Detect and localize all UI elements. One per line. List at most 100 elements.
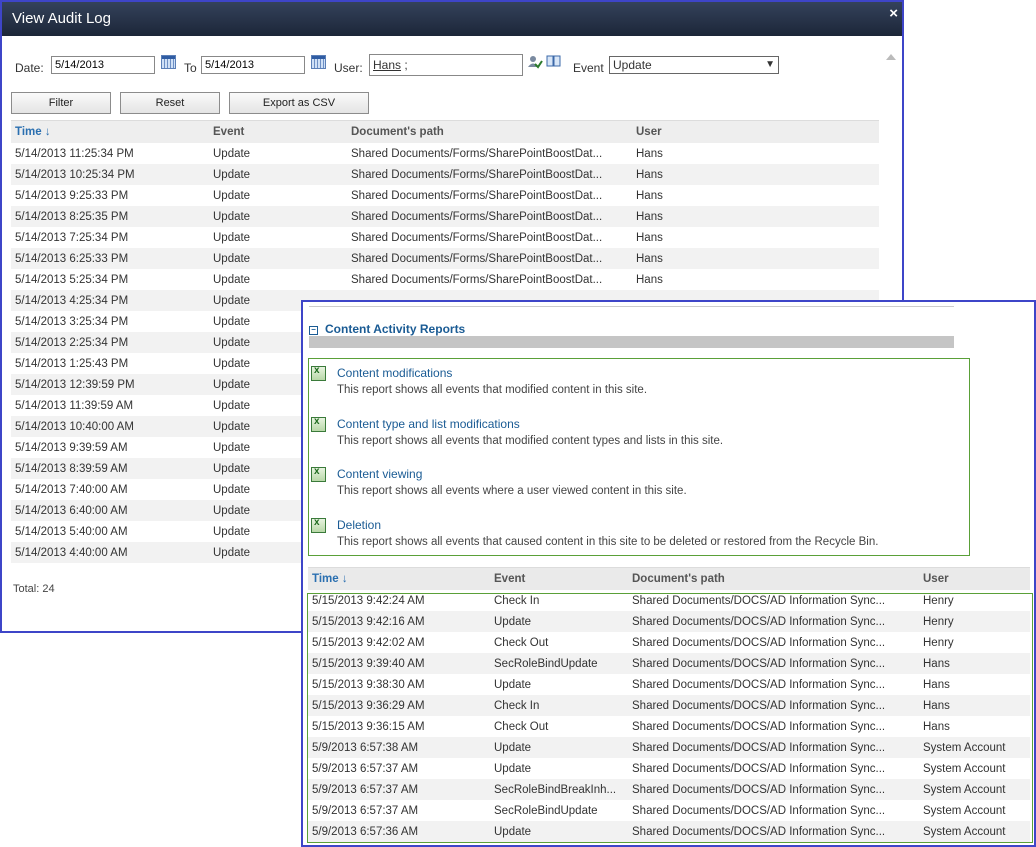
column-header-user: User [632,120,879,143]
event-cell: Update [213,231,251,244]
table-row[interactable]: 5/14/2013 7:25:34 PM Update Shared Documen… [11,227,879,248]
table-row[interactable]: 5/15/2013 9:39:40 AM SecRoleBindUpdate Sha… [308,653,1030,674]
table-row[interactable]: 5/14/2013 6:25:33 PM Update Shared Documen… [11,248,879,269]
time-cell: 5/14/2013 8:39:59 AM [11,458,209,479]
event-cell: Update [490,611,628,632]
time-cell: 5/15/2013 9:36:15 AM [312,720,425,733]
table-body: 5/15/2013 9:42:24 AM Check In Shared Docum… [308,590,1030,842]
path-cell: Shared Documents/DOCS/AD Information Syn… [628,611,919,632]
path-cell: Shared Documents/Forms/SharePointBoostDa… [351,147,603,160]
event-cell: Update [213,273,251,286]
time-cell: 5/9/2013 6:57:36 AM [308,821,490,842]
table-row[interactable]: 5/14/2013 5:25:34 PM Update Shared Documen… [11,269,879,290]
event-cell: Check In [494,594,540,607]
report-description: This report shows all events that caused… [337,535,879,548]
table-row[interactable]: 5/9/2013 6:57:36 AM Update Shared Document… [308,821,1030,842]
event-cell: Update [209,206,347,227]
user-label: User: [334,61,363,75]
table-row[interactable]: 5/14/2013 8:25:35 PM Update Shared Documen… [11,206,879,227]
section-title: Content Activity Reports [325,322,466,336]
time-cell: 5/15/2013 9:36:29 AM [308,695,490,716]
table-row[interactable]: 5/15/2013 9:42:24 AM Check In Shared Docum… [308,590,1030,611]
time-cell: 5/14/2013 10:25:34 PM [11,164,209,185]
section-bar [309,336,954,348]
report-list: Content modifications This report shows a… [308,358,970,556]
user-cell: System Account [923,762,1006,775]
column-header-time[interactable]: Time ↓ [11,120,209,143]
event-selected-value: Update [613,58,652,72]
filter-button[interactable]: Filter [11,92,111,114]
check-names-icon[interactable] [527,55,543,69]
event-cell: Update [494,762,532,775]
column-header-time[interactable]: Time ↓ [308,567,490,590]
table-row[interactable]: 5/15/2013 9:36:15 AM Check Out Shared Docu… [308,716,1030,737]
table-row[interactable]: 5/9/2013 6:57:38 AM Update Shared Document… [308,737,1030,758]
table-row[interactable]: 5/15/2013 9:38:30 AM Update Shared Documen… [308,674,1030,695]
scroll-up-arrow-icon[interactable] [886,54,896,60]
address-book-icon[interactable] [546,54,562,68]
table-row[interactable]: 5/15/2013 9:36:29 AM Check In Shared Docum… [308,695,1030,716]
section-header[interactable]: − Content Activity Reports [309,322,465,336]
event-label: Event [573,61,604,75]
report-item: Content viewing This report shows all eve… [309,460,969,500]
path-cell: Shared Documents/DOCS/AD Information Syn… [632,636,886,649]
report-description: This report shows all events that modifi… [337,384,648,396]
user-token[interactable]: Hans [373,58,401,72]
report-item: Deletion This report shows all events tha… [309,511,969,551]
excel-report-icon [311,365,326,381]
user-cell: Hans [919,695,1030,716]
calendar-icon[interactable] [161,55,176,69]
event-cell: SecRoleBindUpdate [490,653,628,674]
report-item: Content type and list modifications This … [309,410,969,450]
time-cell: 5/14/2013 6:25:33 PM [11,248,209,269]
user-cell: Hans [632,164,879,185]
user-separator: ; [401,58,408,72]
time-cell: 5/14/2013 8:25:35 PM [11,206,209,227]
collapse-icon[interactable]: − [309,326,318,335]
path-cell: Shared Documents/Forms/SharePointBoostDa… [347,206,632,227]
table-row[interactable]: 5/9/2013 6:57:37 AM SecRoleBindUpdate Shar… [308,800,1030,821]
time-cell: 5/15/2013 9:42:02 AM [312,636,425,649]
user-cell: Hans [636,189,663,202]
event-cell: Check Out [494,636,549,649]
user-cell: Henry [919,611,1030,632]
date-to-input[interactable] [201,56,305,74]
path-cell: Shared Documents/Forms/SharePointBoostDa… [351,189,603,202]
table-row[interactable]: 5/9/2013 6:57:37 AM Update Shared Document… [308,758,1030,779]
table-row[interactable]: 5/15/2013 9:42:16 AM Update Shared Documen… [308,611,1030,632]
time-cell: 5/9/2013 6:57:37 AM [312,804,419,817]
reset-button[interactable]: Reset [120,92,220,114]
calendar-icon[interactable] [311,55,326,69]
date-from-input[interactable] [51,56,155,74]
time-cell: 5/14/2013 5:25:34 PM [15,273,129,286]
column-header-event: Event [209,120,347,143]
column-header-user: User [919,567,1030,590]
to-label: To [184,61,197,75]
report-link[interactable]: Content modifications [337,366,452,380]
export-csv-button[interactable]: Export as CSV [229,92,369,114]
table-row[interactable]: 5/14/2013 11:25:34 PM Update Shared Docume… [11,143,879,164]
event-cell: Update [213,147,251,160]
report-link[interactable]: Content type and list modifications [337,417,520,431]
path-cell: Shared Documents/DOCS/AD Information Syn… [632,594,886,607]
event-select[interactable]: Update ▼ [609,56,779,74]
time-cell: 5/15/2013 9:42:24 AM [312,594,425,607]
time-cell: 5/9/2013 6:57:38 AM [308,737,490,758]
table-row[interactable]: 5/9/2013 6:57:37 AM SecRoleBindBreakInh..… [308,779,1030,800]
table-row[interactable]: 5/14/2013 10:25:34 PM Update Shared Docume… [11,164,879,185]
table-row[interactable]: 5/15/2013 9:42:02 AM Check Out Shared Docu… [308,632,1030,653]
time-cell: 5/15/2013 9:39:40 AM [308,653,490,674]
user-cell: Hans [919,653,1030,674]
close-icon[interactable]: × [889,6,898,21]
event-cell: Update [490,821,628,842]
user-picker-input[interactable]: Hans ; [369,54,523,76]
user-cell: Hans [923,678,950,691]
path-cell: Shared Documents/DOCS/AD Information Syn… [632,678,886,691]
report-link[interactable]: Content viewing [337,467,422,481]
chevron-down-icon: ▼ [765,59,775,70]
user-cell: System Account [919,737,1030,758]
activity-table: Time ↓ Event Document's path User 5/15/2… [308,567,1030,842]
report-link[interactable]: Deletion [337,518,381,532]
user-cell: Hans [632,248,879,269]
table-row[interactable]: 5/14/2013 9:25:33 PM Update Shared Documen… [11,185,879,206]
